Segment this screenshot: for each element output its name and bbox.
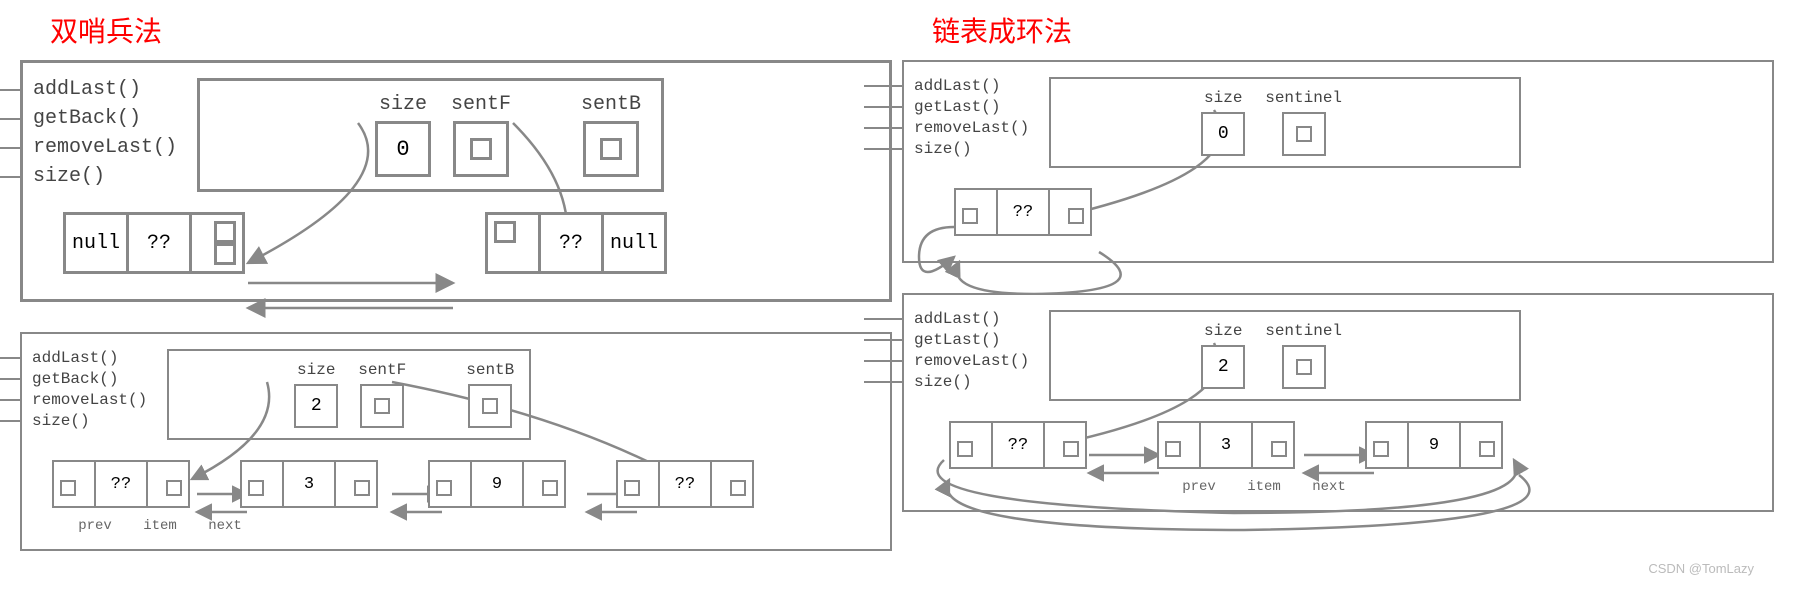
- node-next: null: [604, 215, 664, 271]
- method-removelast: removeLast(): [0, 136, 177, 159]
- list-node: 3: [1157, 421, 1295, 469]
- watermark: CSDN @TomLazy: [1648, 561, 1754, 576]
- left-column: 双哨兵法 addLast() getBack() removeLast() si…: [20, 0, 892, 581]
- node-item: 3: [1201, 423, 1253, 467]
- size-label: size: [379, 93, 427, 116]
- node-sublabels: previtemnext: [1174, 479, 1762, 495]
- sentb-label: sentB: [466, 361, 514, 379]
- right-diagram-2: addLast() getLast() removeLast() size() …: [902, 293, 1774, 512]
- method-addlast: addLast(): [864, 310, 1029, 328]
- size-label: size: [297, 361, 335, 379]
- node-item: 9: [1409, 423, 1461, 467]
- method-getback: getBack(): [0, 370, 147, 388]
- sentb-label: sentB: [581, 93, 641, 116]
- node-item: ??: [96, 462, 148, 506]
- methods-list: addLast() getLast() removeLast() size(): [864, 77, 1029, 158]
- node-item: ??: [998, 190, 1050, 234]
- list-node: 9: [428, 460, 566, 508]
- object-box: size 2 sentF sentB: [167, 349, 531, 440]
- right-title: 链表成环法: [932, 10, 1774, 50]
- sentb-pointer: [583, 121, 639, 177]
- method-size: size(): [864, 373, 1029, 391]
- size-value: 0: [1201, 112, 1245, 156]
- size-value: 2: [294, 384, 338, 428]
- method-addlast: addLast(): [0, 349, 147, 367]
- node-sublabels: previtemnext: [70, 518, 880, 534]
- method-addlast: addLast(): [864, 77, 1029, 95]
- list-node: ??: [52, 460, 190, 508]
- sentf-pointer: [360, 384, 404, 428]
- node-item: ??: [660, 462, 712, 506]
- sentf-label: sentF: [358, 361, 406, 379]
- right-column: 链表成环法 addLast() getLast() removeLast() s…: [902, 0, 1774, 581]
- object-box: size 0 sentinel: [1049, 77, 1521, 168]
- method-addlast: addLast(): [0, 78, 177, 101]
- node-next: [192, 215, 242, 271]
- list-node: 3: [240, 460, 378, 508]
- sentinel-node: ??: [954, 188, 1092, 236]
- sentinel-pointer: [1282, 112, 1326, 156]
- sentinel-pointer: [1282, 345, 1326, 389]
- right-diagram-1: addLast() getLast() removeLast() size() …: [902, 60, 1774, 263]
- node-prev: null: [66, 215, 129, 271]
- node-item: 3: [284, 462, 336, 506]
- methods-list: addLast() getBack() removeLast() size(): [0, 349, 147, 430]
- methods-list: addLast() getLast() removeLast() size(): [864, 310, 1029, 391]
- left-diagram-2: addLast() getBack() removeLast() size() …: [20, 332, 892, 551]
- method-removelast: removeLast(): [864, 352, 1029, 370]
- node-sentf: null ??: [63, 212, 245, 274]
- node-item: ??: [541, 215, 604, 271]
- node-item: ??: [129, 215, 192, 271]
- object-box: size 0 sentF sentB: [197, 78, 664, 192]
- list-node: ??: [616, 460, 754, 508]
- sentb-pointer: [468, 384, 512, 428]
- node-item: ??: [993, 423, 1045, 467]
- node-prev: [488, 215, 541, 271]
- list-node: 9: [1365, 421, 1503, 469]
- method-size: size(): [864, 140, 1029, 158]
- sentf-label: sentF: [451, 93, 511, 116]
- method-getlast: getLast(): [864, 331, 1029, 349]
- size-label: size: [1204, 322, 1242, 340]
- size-value: 0: [375, 121, 431, 177]
- method-removelast: removeLast(): [0, 391, 147, 409]
- method-getback: getBack(): [0, 107, 177, 130]
- method-removelast: removeLast(): [864, 119, 1029, 137]
- left-diagram-1: addLast() getBack() removeLast() size() …: [20, 60, 892, 302]
- size-label: size: [1204, 89, 1242, 107]
- method-getlast: getLast(): [864, 98, 1029, 116]
- sentf-pointer: [453, 121, 509, 177]
- method-size: size(): [0, 412, 147, 430]
- sentinel-label: sentinel: [1265, 322, 1342, 340]
- node-sentb: ?? null: [485, 212, 667, 274]
- list-node: ??: [949, 421, 1087, 469]
- node-item: 9: [472, 462, 524, 506]
- object-box: size 2 sentinel: [1049, 310, 1521, 401]
- sentinel-label: sentinel: [1265, 89, 1342, 107]
- size-value: 2: [1201, 345, 1245, 389]
- methods-list: addLast() getBack() removeLast() size(): [0, 78, 177, 188]
- method-size: size(): [0, 165, 177, 188]
- left-title: 双哨兵法: [50, 10, 892, 50]
